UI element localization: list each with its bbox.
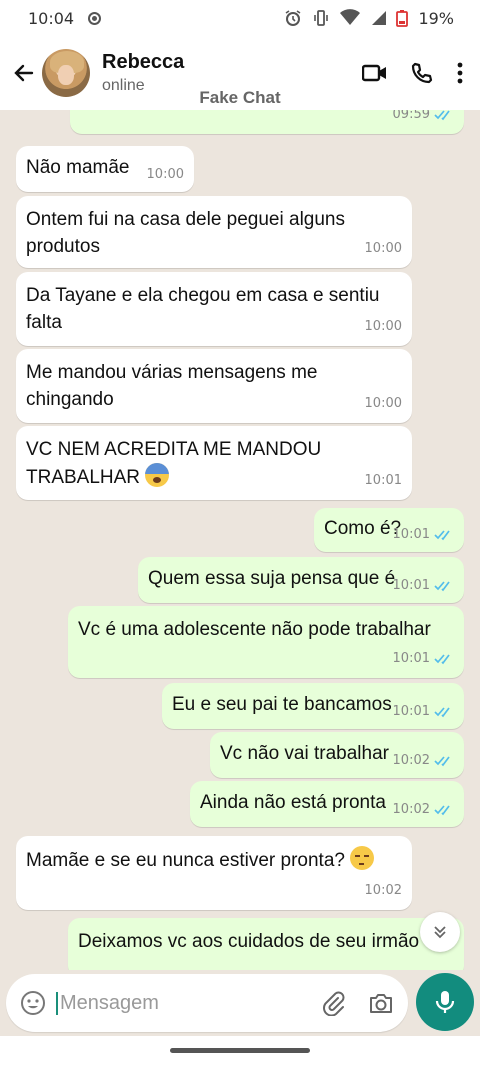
video-call-icon[interactable] [362,63,388,83]
input-actions [320,990,394,1016]
scroll-down-button[interactable] [420,912,460,952]
message-bubble[interactable]: Deixamos vc aos cuidados de seu irmão [68,918,464,970]
message-time: 09:59 [392,110,430,122]
message-text: Ontem fui na casa dele peguei alguns pro… [26,209,345,257]
message-meta: 10:02 [393,747,454,774]
microphone-icon [435,991,455,1013]
chat-area[interactable]: 09:59 Não mamãe 10:00 Ontem fui na casa … [0,110,480,970]
message-time: 10:00 [364,241,402,256]
message-time: 10:01 [392,578,430,593]
message-time: 10:01 [392,527,430,542]
message-meta: 10:01 [393,698,454,725]
message-text: Deixamos vc aos cuidados de seu irmão [78,931,420,952]
voice-message-button[interactable] [416,973,474,1031]
message-bubble[interactable]: Não mamãe 10:00 [16,146,194,192]
voice-call-icon[interactable] [410,61,434,85]
back-button[interactable] [4,53,44,93]
message-time: 10:00 [364,396,402,411]
message-bubble[interactable]: VC NEM ACREDITA ME MANDOU TRABALHAR 10:0… [16,426,412,500]
message-input[interactable] [56,991,296,1015]
message-text: Eu e seu pai te bancamos [172,694,392,715]
message-text: Mamãe e se eu nunca estiver pronta? [26,850,345,871]
message-bubble[interactable]: Como é? 10:01 [314,508,464,552]
arrow-left-icon [14,64,34,82]
message-bubble[interactable]: Vc é uma adolescente não pode trabalhar … [68,606,464,678]
contact-name: Rebecca [102,51,185,73]
screen-record-icon [88,11,102,25]
home-gesture-bar[interactable] [170,1048,310,1053]
message-time: 10:01 [364,473,402,488]
alarm-icon [285,10,301,26]
read-ticks-icon [434,110,450,120]
read-ticks-icon [434,653,450,664]
vibrate-icon [314,10,329,26]
message-time: 10:02 [364,883,402,898]
attach-icon[interactable] [320,990,346,1016]
header-actions [362,61,480,85]
message-text: Como é? [324,518,402,539]
chevron-double-down-icon [434,926,446,939]
message-time: 10:00 [364,319,402,334]
message-bubble[interactable]: Mamãe e se eu nunca estiver pronta? 10:0… [16,836,412,910]
message-text: Quem essa suja pensa que é [148,568,396,589]
read-ticks-icon [434,804,450,815]
system-nav-bar [0,1036,480,1066]
message-meta: 10:01 [393,572,454,599]
message-text: Não mamãe [26,157,130,178]
message-bubble[interactable]: 09:59 [70,110,464,134]
status-time: 10:04 [28,8,75,28]
more-options-icon[interactable] [456,62,464,84]
message-text: Vc é uma adolescente não pode trabalhar [78,619,431,640]
message-meta: 10:01 [393,521,454,548]
read-ticks-icon [434,755,450,766]
read-ticks-icon [434,706,450,717]
battery-icon [396,10,409,27]
message-text: Ainda não está pronta [200,792,386,813]
wifi-icon [340,9,361,25]
message-text: VC NEM ACREDITA ME MANDOU TRABALHAR [26,439,322,488]
message-time: 10:02 [392,753,430,768]
message-input-bar [6,974,408,1032]
read-ticks-icon [434,529,450,540]
message-meta: 09:59 [393,110,454,128]
emoji-icon[interactable] [20,990,46,1016]
camera-icon[interactable] [368,991,394,1015]
pensive-face-emoji [350,846,375,870]
message-bubble[interactable]: Da Tayane e ela chegou em casa e sentiu … [16,272,412,346]
message-time: 10:01 [392,651,430,666]
message-bubble[interactable]: Me mandou várias mensagens me chingando … [16,349,412,423]
message-bubble[interactable]: Vc não vai trabalhar 10:02 [210,732,464,778]
read-ticks-icon [434,580,450,591]
message-text: Da Tayane e ela chegou em casa e sentiu … [26,285,380,333]
message-text: Me mandou várias mensagens me chingando [26,362,318,410]
message-meta: 10:02 [393,796,454,823]
message-bubble[interactable]: Quem essa suja pensa que é 10:01 [138,557,464,603]
status-bar: 10:04 19% [0,0,480,36]
watermark-label: Fake Chat [199,88,281,107]
battery-percent: 19% [418,8,454,28]
message-bubble[interactable]: Ontem fui na casa dele peguei alguns pro… [16,196,412,268]
message-time: 10:01 [392,704,430,719]
message-meta: 10:01 [393,645,454,672]
fearful-face-emoji [145,463,170,487]
message-time: 10:02 [392,802,430,817]
message-bubble[interactable]: Eu e seu pai te bancamos 10:01 [162,683,464,729]
status-icons: 19% [284,9,454,28]
message-text: Vc não vai trabalhar [220,743,389,764]
message-time: 10:00 [146,167,184,182]
signal-icon [372,11,387,25]
message-bubble[interactable]: Ainda não está pronta 10:02 [190,781,464,827]
